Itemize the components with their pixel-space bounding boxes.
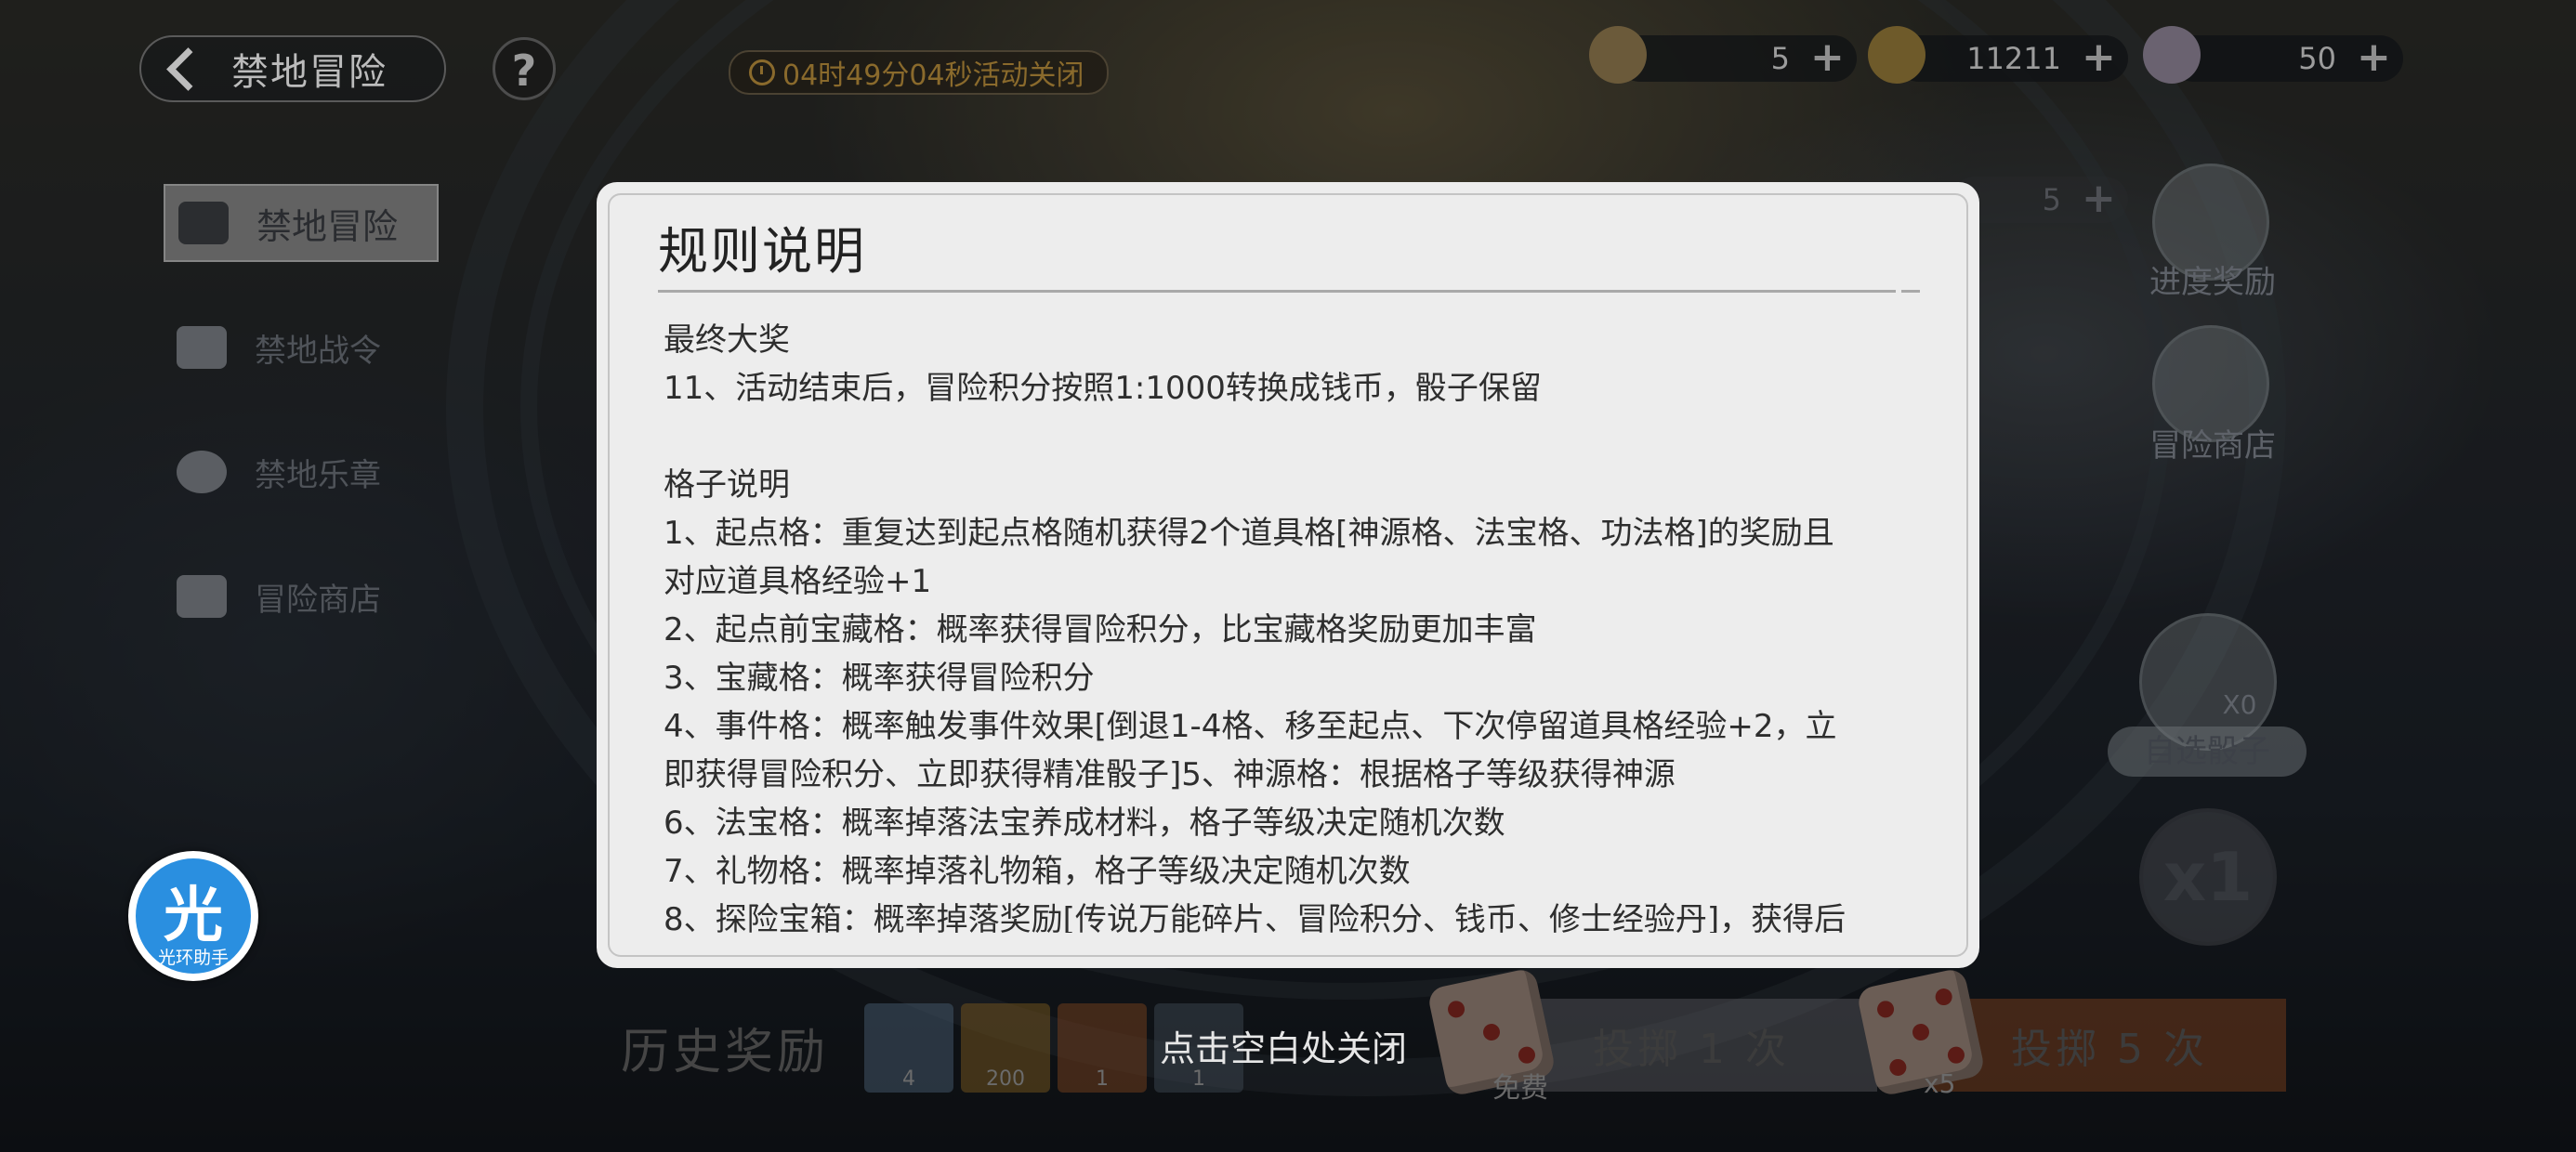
history-reward-item[interactable]: 1 [1058, 1003, 1147, 1093]
coin-icon [1868, 26, 1925, 84]
sidebar-item-label: 禁地冒险 [256, 205, 399, 247]
scroll-icon [177, 326, 227, 369]
dice-icon [1856, 967, 1986, 1097]
close-hint: 点击空白处关闭 [1160, 1028, 1408, 1069]
resource-value: 11211 [1966, 41, 2061, 76]
rules-line: 1、起点格：重复达到起点格随机获得2个道具格[神源格、法宝格、功法格]的奖励且 [664, 515, 1834, 552]
progress-reward-label: 进度奖励 [2149, 264, 2276, 301]
rules-line: 3、宝藏格：概率获得冒险积分 [664, 660, 1095, 697]
helper-assistant-button[interactable]: 光 光环助手 [128, 851, 258, 981]
select-dice-count: X0 [2222, 689, 2257, 720]
map-icon [178, 202, 229, 244]
rules-line: 11、活动结束后，冒险积分按照1:1000转换成钱币，骰子保留 [664, 370, 1542, 407]
resource-crystal: 50 + [2143, 26, 2403, 84]
rules-line: 8、探险宝箱：概率掉落奖励[传说万能碎片、冒险积分、钱币、修士经验丹]，获得后 [664, 901, 1847, 933]
board-count-value: 5 [2042, 182, 2061, 217]
back-button[interactable]: 禁地冒险 [139, 35, 446, 102]
add-crystal-button[interactable]: + [2357, 37, 2391, 78]
event-timer: 04时49分04秒活动关闭 [729, 50, 1109, 95]
adventure-shop-label: 冒险商店 [2149, 427, 2276, 465]
history-reward-item[interactable]: 200 [961, 1003, 1050, 1093]
sidebar-item-label: 禁地战令 [255, 332, 381, 370]
divider [1901, 290, 1920, 293]
sidebar-item-battle-pass[interactable]: 禁地战令 [164, 308, 439, 386]
roll-five-button[interactable]: 投掷 5 次 [1933, 999, 2286, 1092]
add-board-button[interactable]: + [2082, 178, 2116, 219]
rules-line: 2、起点前宝藏格：概率获得冒险积分，比宝藏格奖励更加丰富 [664, 611, 1537, 648]
clock-icon [749, 59, 775, 85]
multiplier-button[interactable]: x1 [2139, 808, 2277, 946]
sidebar-item-movement[interactable]: 禁地乐章 [164, 433, 439, 511]
rules-line: 格子说明 [664, 466, 790, 504]
sidebar-item-forbidden-adventure[interactable]: 禁地冒险 [164, 184, 439, 262]
rules-line: 4、事件格：概率触发事件效果[倒退1-4格、移至起点、下次停留道具格经验+2，立 [664, 708, 1837, 745]
resource-gourd: 5 + [1589, 26, 1857, 84]
rules-line: 最终大奖 [664, 321, 790, 359]
rules-line: 6、法宝格：概率掉落法宝养成材料，格子等级决定随机次数 [664, 805, 1505, 842]
resource-coin: 11211 + [1868, 26, 2128, 84]
divider [658, 290, 1896, 293]
roll-once-cost: 免费 [1492, 1072, 1548, 1105]
rules-line: 7、礼物格：概率掉落礼物箱，格子等级决定随机次数 [664, 853, 1411, 890]
select-dice-label[interactable]: 自选骰子 [2108, 727, 2307, 777]
resource-value: 50 [2298, 41, 2336, 76]
back-arrow-icon [166, 46, 210, 91]
history-reward-item[interactable]: 4 [864, 1003, 953, 1093]
add-gourd-button[interactable]: + [1810, 37, 1845, 78]
crystal-icon [2143, 26, 2201, 84]
roll-once-button[interactable]: 投掷 1 次 [1505, 999, 1877, 1092]
timer-text: 04时49分04秒活动关闭 [782, 59, 1084, 92]
gourd-icon [1589, 26, 1647, 84]
help-button[interactable]: ? [493, 37, 556, 100]
sidebar-item-adventure-shop[interactable]: 冒险商店 [164, 557, 439, 635]
resource-value: 5 [1770, 41, 1790, 76]
add-coin-button[interactable]: + [2082, 37, 2116, 78]
sidebar-item-label: 禁地乐章 [255, 456, 381, 494]
puzzle-icon [177, 451, 227, 493]
rules-line: 对应道具格经验+1 [664, 563, 932, 600]
page-title: 禁地冒险 [231, 51, 388, 94]
modal-title: 规则说明 [658, 222, 866, 281]
rules-modal: 规则说明 最终大奖 11、活动结束后，冒险积分按照1:1000转换成钱币，骰子保… [597, 182, 1979, 968]
sidebar-item-label: 冒险商店 [255, 581, 381, 619]
rules-line: 即获得冒险积分、立即获得精准骰子]5、神源格：根据格子等级获得神源 [664, 756, 1676, 793]
shop-icon [177, 575, 227, 618]
helper-logo-icon: 光 光环助手 [136, 858, 251, 974]
rules-line [664, 412, 1909, 461]
roll-five-cost: x5 [1924, 1068, 1956, 1099]
history-rewards-title: 历史奖励 [621, 1025, 830, 1080]
rules-text-scroll[interactable]: 最终大奖 11、活动结束后，冒险积分按照1:1000转换成钱币，骰子保留 格子说… [664, 316, 1909, 933]
